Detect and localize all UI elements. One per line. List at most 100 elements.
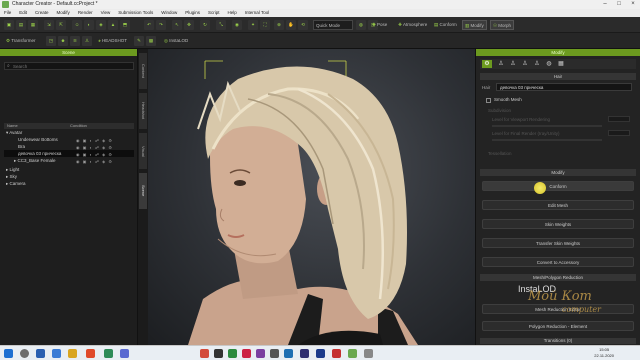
menu-script[interactable]: Script (204, 9, 224, 17)
photoshop-icon[interactable] (316, 349, 325, 358)
transfer-skin-weights-button[interactable]: Transfer Skin Weights (482, 238, 634, 248)
menu-view[interactable]: View (97, 9, 115, 17)
save-icon[interactable]: ▦ (28, 20, 38, 30)
undo-icon[interactable]: ↶ (144, 20, 154, 30)
chrome-icon[interactable] (68, 349, 77, 358)
start-icon[interactable] (4, 349, 13, 358)
morph-icon[interactable]: ◐ (84, 20, 94, 30)
smooth-mesh-checkbox[interactable] (486, 98, 491, 103)
condition-icons[interactable]: ◉ ▣ ◐ ☍ ◈ ⚙ (76, 158, 113, 165)
tab-motion-icon[interactable]: ♙ (496, 60, 506, 68)
face-icon[interactable]: ☻ (58, 36, 68, 46)
menu-internal-tool[interactable]: Internal Tool (241, 9, 273, 17)
viewport-level-slider[interactable] (492, 125, 602, 127)
new-icon[interactable]: ▣ (4, 20, 14, 30)
app-icon-4[interactable] (214, 349, 223, 358)
rotate-icon[interactable]: ↻ (200, 20, 210, 30)
tab-scene[interactable]: Scene (139, 173, 147, 209)
frame-icon[interactable]: ⛶ (260, 20, 270, 30)
orbit-icon[interactable]: ⟲ (298, 20, 308, 30)
search-taskbar-icon[interactable] (20, 349, 29, 358)
edge-icon[interactable] (52, 349, 61, 358)
open-icon[interactable]: ▤ (16, 20, 26, 30)
menu-submission-tools[interactable]: Submission Tools (114, 9, 157, 17)
pose-button[interactable]: ✚ Pose (370, 20, 389, 30)
menu-window[interactable]: Window (157, 9, 181, 17)
camera-icon[interactable]: ◉ (232, 20, 242, 30)
material-icon[interactable]: ◈ (96, 20, 106, 30)
app-icon-1[interactable] (104, 349, 113, 358)
tab-morph-icon[interactable]: ♙ (508, 60, 518, 68)
tab-physics-icon[interactable]: ▦ (556, 60, 566, 68)
mesh-reduction-editor-button[interactable]: Mesh Reduction Editor (482, 304, 634, 314)
move-icon[interactable]: ✥ (184, 20, 194, 30)
select-icon[interactable]: ↖ (172, 20, 182, 30)
app-icon-5[interactable] (228, 349, 237, 358)
hair-icon[interactable]: ≋ (70, 36, 80, 46)
convert-to-accessory-button[interactable]: Convert to Accessory (482, 257, 634, 267)
export-icon[interactable]: ⇱ (56, 20, 66, 30)
scale-icon[interactable]: ⤡ (216, 20, 226, 30)
menu-render[interactable]: Render (74, 9, 97, 17)
tree-row-camera[interactable]: ▸ Camera (4, 180, 134, 187)
tab-material-icon[interactable]: ◍ (544, 60, 554, 68)
edit-mesh-button[interactable]: Edit Mesh (482, 200, 634, 210)
tab-visual[interactable]: Visual (139, 133, 147, 169)
character-creator-taskbar-icon[interactable] (348, 349, 357, 358)
menu-modify[interactable]: Modify (53, 9, 74, 17)
tab-headshot[interactable]: Headshot (139, 93, 147, 129)
app-icon-11[interactable] (364, 349, 373, 358)
3d-viewport[interactable] (148, 49, 475, 345)
app-icon-7[interactable] (256, 349, 265, 358)
conform-button[interactable]: Conform (482, 181, 634, 191)
export-fbx-icon[interactable]: ⬒ (120, 20, 130, 30)
viewport-level-field[interactable] (608, 116, 630, 122)
tree-row-light[interactable]: ▸ Light (4, 166, 134, 173)
character-icon[interactable]: ☺ (72, 20, 82, 30)
hair-name-field[interactable]: девочка 03 прическа (496, 83, 632, 91)
expression-icon[interactable]: ✎ (134, 36, 144, 46)
minimize-icon[interactable]: – (598, 0, 612, 9)
modify-button[interactable]: ▥ Modify (462, 20, 487, 30)
app-icon-9[interactable] (284, 349, 293, 358)
tab-spring-icon[interactable]: ♙ (532, 60, 542, 68)
atmosphere-button[interactable]: ❖ Atmosphere (396, 20, 429, 30)
tree-row-base-female[interactable]: ▸ CC3_Base Female ◉ ▣ ◐ ☍ ◈ ⚙ (4, 157, 134, 164)
quick-mode-dropdown[interactable]: Quick Mode (313, 20, 353, 30)
app-icon-6[interactable] (242, 349, 251, 358)
menu-help[interactable]: Help (224, 9, 241, 17)
system-clock[interactable]: 15:05 22.11.2020 (594, 347, 614, 359)
tree-row-hair[interactable]: девочка 03 прическа ◉ ▣ ◐ ☍ ◈ ⚙ (4, 150, 134, 157)
zoom-icon[interactable]: ⊕ (274, 20, 284, 30)
tree-row-sky[interactable]: ▸ Sky (4, 173, 134, 180)
light-icon[interactable]: ✦ (248, 20, 258, 30)
render-quality-icon[interactable]: ◍ (356, 20, 366, 30)
headshot-button[interactable]: ◕ HEADSHOT (96, 36, 129, 46)
tree-row-underwear[interactable]: Underwear Bottoms ◉ ▣ ◐ ☍ ◈ ⚙ (4, 136, 134, 143)
task-view-icon[interactable] (36, 349, 45, 358)
tab-attribute-icon[interactable]: ⚙ (482, 60, 492, 68)
tab-pose-icon[interactable]: ♙ (520, 60, 530, 68)
conform-button[interactable]: ▤ Conform (432, 20, 459, 30)
tree-row-avatar[interactable]: ▾ Avatar (4, 129, 134, 136)
polygon-reduction-button[interactable]: Polygon Reduction - Element (482, 321, 634, 331)
morph-button[interactable]: ☉ Morph (490, 20, 515, 30)
yandex-icon[interactable] (86, 349, 95, 358)
render-icon[interactable]: ▲ (108, 20, 118, 30)
skin-icon[interactable]: ▩ (146, 36, 156, 46)
import-icon[interactable]: ⇲ (44, 20, 54, 30)
render-level-slider[interactable] (492, 139, 602, 141)
pan-icon[interactable]: ✋ (286, 20, 296, 30)
instalod-button[interactable]: ◎ InstaLOD (162, 36, 190, 46)
menu-file[interactable]: File (0, 9, 15, 17)
body-icon[interactable]: ♙ (82, 36, 92, 46)
maximize-icon[interactable]: □ (612, 0, 626, 9)
transformer-button[interactable]: ⚙ Transformer (4, 36, 38, 46)
scene-search-input[interactable]: Search (4, 62, 134, 70)
app-icon-8[interactable] (270, 349, 279, 358)
tab-content[interactable]: Content (139, 53, 147, 89)
redo-icon[interactable]: ↷ (156, 20, 166, 30)
app-icon-10[interactable] (332, 349, 341, 358)
app-icon-3[interactable] (200, 349, 209, 358)
render-level-field[interactable] (608, 130, 630, 136)
